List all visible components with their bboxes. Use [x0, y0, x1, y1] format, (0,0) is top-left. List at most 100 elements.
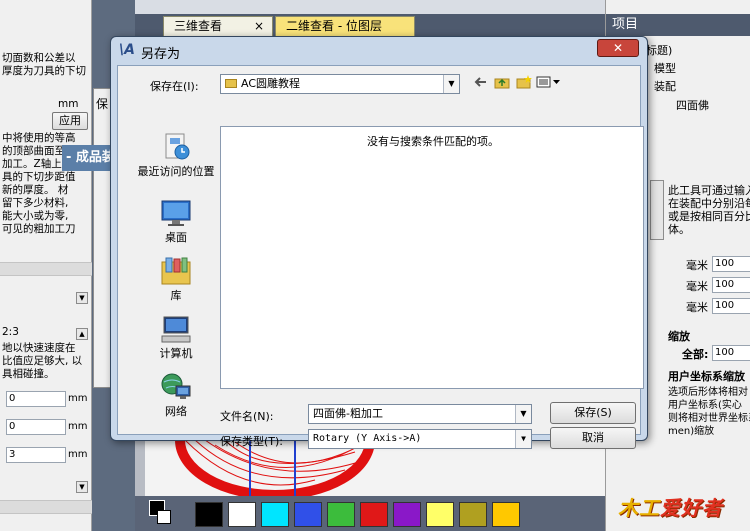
all-label: 全部:: [682, 348, 709, 361]
libraries-icon: [160, 256, 192, 286]
dialog-titlebar[interactable]: \A 另存为 ✕: [111, 37, 647, 65]
project-panel-header: 项目: [606, 14, 750, 36]
ucs-line: 选项后形体将相对: [668, 387, 748, 398]
place-desktop[interactable]: 桌面: [131, 198, 221, 244]
unit-label: mm: [68, 421, 88, 432]
color-swatch[interactable]: [360, 502, 388, 527]
save-in-select[interactable]: AC圆雕教程 ▼: [220, 74, 460, 94]
tree-item[interactable]: 四面佛: [676, 99, 709, 112]
ratio-label: 2:3: [2, 326, 19, 338]
chevron-down-icon[interactable]: ▼: [443, 75, 459, 93]
view-tabs: 三维查看 × 二维查看 - 位图层: [135, 14, 605, 36]
left-text-line: 新的厚度。 材: [2, 184, 69, 196]
scale-unit-label: 毫米: [686, 280, 708, 293]
tab-label: 三维查看: [174, 19, 223, 33]
color-swatch[interactable]: [459, 502, 487, 527]
left-text-line: 中将使用的等高: [2, 132, 76, 144]
scale-field[interactable]: 100: [712, 298, 750, 314]
scale-field[interactable]: 100: [712, 277, 750, 293]
save-button[interactable]: 保存(S): [550, 402, 636, 424]
computer-icon: [160, 314, 192, 344]
dialog-title: 另存为: [141, 47, 181, 62]
tree-item[interactable]: 装配: [654, 80, 676, 93]
scale-field[interactable]: 100: [712, 256, 750, 272]
tab-3d-view[interactable]: 三维查看 ×: [163, 16, 273, 36]
left-text-line: 留下多少材料,: [2, 197, 69, 209]
save-in-value: AC圆雕教程: [241, 77, 301, 90]
save-in-label: 保存在(I):: [150, 80, 199, 93]
section-divider: [0, 500, 92, 514]
color-swatch[interactable]: [426, 502, 454, 527]
tree-item[interactable]: 标题): [646, 44, 672, 57]
place-network[interactable]: 网络: [131, 372, 221, 418]
folder-icon: [225, 79, 237, 88]
offset-field[interactable]: 0: [6, 391, 66, 407]
color-swatch[interactable]: [327, 502, 355, 527]
left-settings-panel: 切面数和公差以 厚度为刀具的下切 mm 应用 中将使用的等高 的顶部曲面至浮 加…: [0, 0, 92, 531]
cancel-button[interactable]: 取消: [550, 427, 636, 449]
watermark-logo: 木工爱好者: [618, 492, 723, 521]
desktop-icon: [160, 198, 192, 228]
close-button[interactable]: ✕: [597, 39, 639, 57]
recent-places-icon: [160, 132, 192, 162]
color-swatch[interactable]: [393, 502, 421, 527]
filetype-value: Rotary (Y Axis->A): [313, 433, 422, 444]
empty-message: 没有与搜索条件匹配的项。: [367, 135, 499, 148]
left-text-line: 具的下切步距值: [2, 171, 76, 183]
back-icon[interactable]: [474, 75, 488, 91]
ucs-line: 则将相对世界坐标系(: [668, 413, 750, 424]
tab-label: 二维查看 - 位图层: [286, 19, 382, 33]
scale-all-field[interactable]: 100: [712, 345, 750, 361]
expand-down-icon[interactable]: ▼: [76, 481, 88, 493]
save-as-dialog: \A 另存为 ✕ 保存在(I): AC圆雕教程 ▼ 最近访问的位置 桌面 库 计…: [110, 36, 648, 449]
left-text-line: 比值应足够大, 以: [2, 355, 83, 367]
fg-bg-color-icon[interactable]: [149, 500, 171, 526]
unit-label: mm: [68, 449, 88, 460]
new-folder-icon[interactable]: [516, 75, 532, 91]
view-menu-icon[interactable]: [536, 75, 562, 91]
place-computer[interactable]: 计算机: [131, 314, 221, 360]
place-label: 库: [170, 289, 182, 302]
offset-field[interactable]: 3: [6, 447, 66, 463]
left-text-line: 可见的粗加工刀: [2, 223, 76, 235]
desc-line: 此工具可通过输入: [668, 184, 750, 197]
up-folder-icon[interactable]: [494, 75, 510, 91]
scrollbar[interactable]: [650, 180, 664, 240]
desc-line: 在装配中分别沿每: [668, 197, 750, 210]
chevron-down-icon[interactable]: ▼: [515, 430, 531, 448]
color-swatch[interactable]: [492, 502, 520, 527]
place-label: 桌面: [165, 231, 187, 244]
ucs-line: men)缩放: [668, 426, 715, 437]
place-libraries[interactable]: 库: [131, 256, 221, 302]
place-recent[interactable]: 最近访问的位置: [131, 132, 221, 178]
tree-item[interactable]: 模型: [654, 62, 676, 75]
filename-value: 四面佛-粗加工: [313, 407, 383, 420]
unit-label: mm: [68, 393, 88, 404]
apply-button[interactable]: 应用: [52, 112, 88, 130]
collapse-up-icon[interactable]: ▲: [76, 328, 88, 340]
filetype-label: 保存类型(T):: [220, 435, 284, 448]
chevron-down-icon[interactable]: ▼: [515, 405, 531, 423]
color-swatch[interactable]: [195, 502, 223, 527]
expand-down-icon[interactable]: ▼: [76, 292, 88, 304]
offset-field[interactable]: 0: [6, 419, 66, 435]
ucs-line: 用户坐标系(实心: [668, 400, 742, 411]
color-swatch[interactable]: [294, 502, 322, 527]
color-swatch[interactable]: [228, 502, 256, 527]
desc-line: 体。: [668, 223, 690, 236]
file-list[interactable]: 没有与搜索条件匹配的项。: [220, 126, 644, 389]
place-label: 网络: [165, 405, 187, 418]
watermark-part: 爱好者: [660, 496, 723, 520]
filename-input[interactable]: 四面佛-粗加工 ▼: [308, 404, 532, 424]
desc-line: 或是按相同百分比: [668, 210, 750, 223]
color-swatch[interactable]: [261, 502, 289, 527]
tab-close-icon[interactable]: ×: [254, 17, 264, 36]
place-label: 计算机: [159, 347, 193, 360]
dialog-client: 保存在(I): AC圆雕教程 ▼ 最近访问的位置 桌面 库 计算机 网络 没有与…: [117, 65, 644, 449]
scale-heading: 缩放: [668, 330, 690, 343]
ucs-scale-heading: 用户坐标系缩放: [668, 370, 745, 383]
places-bar: 最近访问的位置 桌面 库 计算机 网络: [131, 126, 221, 426]
filetype-select[interactable]: Rotary (Y Axis->A) ▼: [308, 429, 532, 449]
unit-label: mm: [58, 98, 79, 110]
tab-2d-bitmap-view[interactable]: 二维查看 - 位图层: [275, 16, 415, 36]
